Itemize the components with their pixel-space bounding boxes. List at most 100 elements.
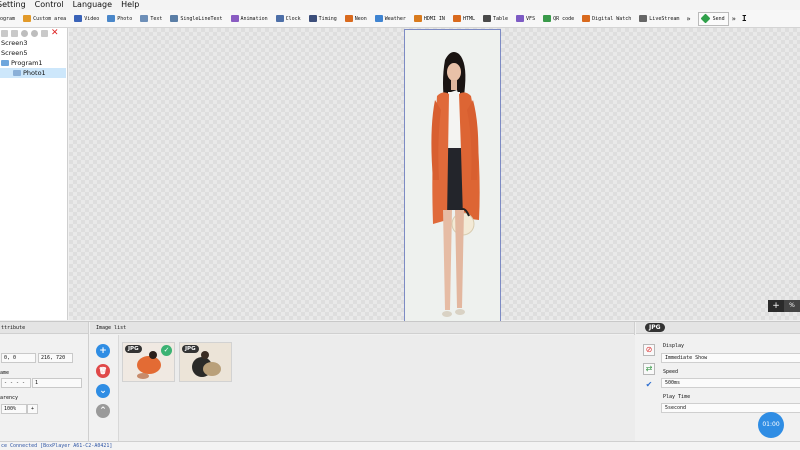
toolbar-more-label: » (686, 14, 691, 23)
move-up-button[interactable]: ⌃ (96, 404, 110, 418)
toolbar-item-label: Photo (117, 15, 133, 22)
attributes-panel: ttribute 0, 0 216, 720 ame - - - - 1 are… (0, 322, 89, 442)
toolbar-qr-code-button[interactable]: QR code (539, 12, 578, 26)
toolbar-item-label: VFS (526, 15, 536, 22)
weather-icon (374, 15, 383, 22)
toolbar-extra-button[interactable]: I (739, 12, 750, 26)
digital-watch-icon (582, 15, 591, 22)
tree-node-screen3[interactable]: Screen3 (0, 38, 67, 48)
tree-node-label: Program1 (11, 59, 43, 67)
opacity-plus-button[interactable]: + (27, 404, 38, 414)
thumb-format-badge: JPG (125, 345, 142, 353)
image-thumb-2[interactable]: JPG (179, 342, 232, 382)
toolbar-neon-button[interactable]: Neon (341, 12, 371, 26)
toolbar-text-button[interactable]: Text (136, 12, 166, 26)
zoom-in-button[interactable]: + (768, 300, 784, 312)
send-label: Send (712, 15, 725, 22)
apply-icon[interactable]: ✔ (643, 379, 655, 391)
shuffle-icon[interactable]: ⇄ (643, 363, 655, 375)
tree-node-label: Screen5 (1, 49, 28, 57)
table-icon (482, 15, 491, 22)
qr-code-icon (543, 15, 552, 22)
livestream-icon (639, 15, 648, 22)
zoom-controls: + % (768, 300, 800, 312)
toolbar-program[interactable]: ogram (0, 12, 19, 26)
toolbar-animation-button[interactable]: Animation (227, 12, 272, 26)
opacity-field[interactable]: 100% (1, 404, 27, 414)
toolbar-hdmi-in-button[interactable]: HDMI IN (410, 12, 449, 26)
position-field[interactable]: 0, 0 (1, 353, 36, 363)
screen-area[interactable] (404, 29, 501, 322)
zoom-extra-button[interactable]: % (784, 300, 800, 312)
toolbar-item-label: Weather (384, 15, 406, 22)
toolbar-table-button[interactable]: Table (479, 12, 512, 26)
properties-title: JPG (636, 322, 800, 334)
menu-setting[interactable]: Setting (0, 0, 26, 10)
vfs-icon (516, 15, 525, 22)
animation-icon (230, 15, 239, 22)
effect-number[interactable]: 1 (32, 378, 82, 388)
toolbar-item-label: QR code (553, 15, 575, 22)
toolbar-items: Custom area Video Photo Text SingleLineText A… (19, 12, 683, 26)
tree-toolbar: ✕ (0, 28, 67, 38)
tree-node-screen5[interactable]: Screen5 (0, 48, 67, 58)
play-time-field[interactable]: 5second (661, 403, 800, 413)
tree-new-icon[interactable] (1, 29, 8, 37)
tree-settings-icon[interactable] (41, 29, 48, 37)
toolbar-livestream-button[interactable]: LiveStream (635, 12, 683, 26)
menu-control[interactable]: Control (35, 0, 64, 10)
display-effect-icon[interactable]: ⊘ (643, 344, 655, 356)
display-label: Display (663, 343, 685, 349)
effect-select[interactable]: - - - - (1, 378, 31, 388)
size-field[interactable]: 216, 720 (38, 353, 73, 363)
text-icon (140, 15, 149, 22)
tree-delete-icon[interactable]: ✕ (51, 29, 59, 38)
toolbar-item-label: Digital Watch (592, 15, 632, 22)
speed-select[interactable]: 500ms (661, 378, 800, 388)
tree-node-label: Photo1 (23, 69, 46, 77)
toolbar-item-label: Custom area (33, 15, 67, 22)
toolbar-item-label: Table (492, 15, 509, 22)
delete-image-button[interactable]: 🗑 (96, 364, 110, 378)
toolbar-extra-label: I (741, 14, 747, 23)
toolbar-more2-label: » (731, 14, 736, 23)
menu-bar: Setting Control Language Help (0, 0, 800, 10)
tree-move-down-icon[interactable] (31, 29, 38, 37)
tree-move-up-icon[interactable] (21, 29, 28, 37)
toolbar-more-button[interactable]: » (683, 12, 693, 26)
toolbar-clock-button[interactable]: Clock (272, 12, 305, 26)
folder-icon (1, 60, 9, 66)
image-list-title: Image list (90, 322, 634, 334)
tree-node-photo1[interactable]: Photo1 (0, 68, 66, 78)
opacity-label: arency (0, 395, 19, 401)
menu-language[interactable]: Language (73, 0, 112, 10)
toolbar-vfs-button[interactable]: VFS (512, 12, 539, 26)
send-button[interactable]: Send (697, 11, 729, 26)
tree-copy-icon[interactable] (11, 29, 18, 37)
toolbar-digital-watch-button[interactable]: Digital Watch (578, 12, 635, 26)
tree-node-program1[interactable]: Program1 (0, 58, 67, 68)
bottom-panels: ttribute 0, 0 216, 720 ame - - - - 1 are… (0, 321, 800, 442)
menu-help[interactable]: Help (121, 0, 139, 10)
toolbar-weather-button[interactable]: Weather (371, 12, 410, 26)
play-time-label: Play Time (663, 394, 691, 400)
properties-format-badge: JPG (645, 323, 665, 332)
editor-canvas[interactable]: + % (69, 28, 800, 322)
single-line-text-icon (170, 15, 179, 22)
thumb-format-badge: JPG (182, 345, 199, 353)
neon-icon (344, 15, 353, 22)
toolbar-video-button[interactable]: Video (70, 12, 103, 26)
toolbar-html-button[interactable]: HTML (449, 12, 479, 26)
move-down-button[interactable]: ⌄ (96, 384, 110, 398)
image-thumb-1[interactable]: JPG ✓ (122, 342, 175, 382)
timing-icon (308, 15, 317, 22)
toolbar-timing-button[interactable]: Timing (305, 12, 341, 26)
toolbar-more2-button[interactable]: » (729, 12, 739, 26)
toolbar-single-line-text-button[interactable]: SingleLineText (166, 12, 226, 26)
add-image-button[interactable]: + (96, 344, 110, 358)
video-icon (74, 15, 83, 22)
toolbar-photo-button[interactable]: Photo (103, 12, 136, 26)
display-select[interactable]: Immediate Show (661, 353, 800, 363)
toolbar-custom-area-button[interactable]: Custom area (19, 12, 70, 26)
clock-icon (275, 15, 284, 22)
